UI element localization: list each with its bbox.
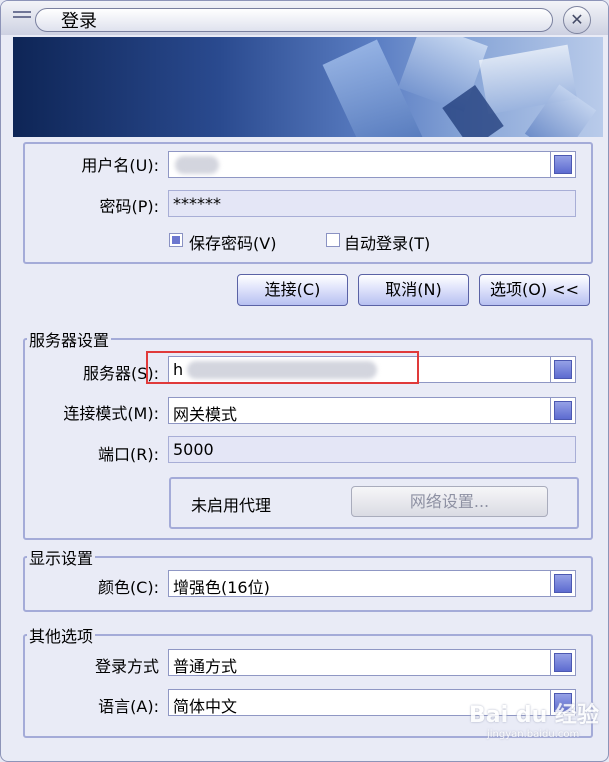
title-bar[interactable]: 登录 ✕ — [1, 1, 608, 35]
password-value: ****** — [173, 194, 221, 213]
watermark-logo: Bai du 经验 — [469, 703, 599, 728]
watermark-url: jingyan.baidu.com — [487, 729, 580, 740]
username-combobox[interactable] — [168, 151, 576, 178]
options-button[interactable]: 选项(O) << — [479, 274, 590, 306]
connection-mode-select[interactable]: 网关模式 — [168, 397, 576, 424]
username-dropdown-button[interactable] — [550, 152, 575, 177]
color-value: 增强色(16位) — [173, 578, 270, 597]
chevron-down-icon — [554, 360, 572, 379]
port-value: 5000 — [173, 440, 214, 459]
color-label: 颜色(C): — [97, 578, 159, 597]
login-method-select[interactable]: 普通方式 — [168, 649, 576, 676]
chevron-down-icon — [554, 401, 572, 420]
title-pill — [35, 8, 553, 32]
server-highlight-box — [146, 351, 419, 384]
connection-mode-label: 连接模式(M): — [63, 404, 159, 423]
save-password-label[interactable]: 保存密码(V) — [189, 230, 276, 254]
save-password-checkbox[interactable] — [169, 233, 183, 247]
login-dialog: 登录 ✕ 用户名(U): 密码(P): ****** 保存密码(V) 自动登录(… — [0, 0, 609, 762]
network-settings-button[interactable]: 网络设置... — [351, 486, 548, 517]
server-settings-legend: 服务器设置 — [27, 327, 112, 351]
login-method-dropdown-button[interactable] — [550, 650, 575, 675]
language-value: 简体中文 — [173, 697, 238, 716]
chevron-down-icon — [554, 155, 572, 174]
proxy-status-text: 未启用代理 — [191, 496, 272, 515]
auto-login-checkbox[interactable] — [326, 233, 340, 247]
color-select[interactable]: 增强色(16位) — [168, 570, 576, 597]
display-settings-legend: 显示设置 — [27, 545, 96, 569]
login-method-value: 普通方式 — [173, 657, 238, 676]
window-title: 登录 — [61, 11, 97, 32]
connection-mode-dropdown-button[interactable] — [550, 398, 575, 423]
connect-button[interactable]: 连接(C) — [237, 274, 348, 306]
username-label: 用户名(U): — [81, 156, 159, 175]
server-label: 服务器(S): — [82, 364, 159, 383]
chevron-down-icon — [554, 653, 572, 672]
connection-mode-value: 网关模式 — [173, 405, 238, 424]
auto-login-label[interactable]: 自动登录(T) — [344, 230, 430, 254]
header-banner — [13, 37, 603, 137]
language-label: 语言(A): — [98, 697, 159, 716]
password-field[interactable]: ****** — [168, 190, 576, 217]
port-label: 端口(R): — [98, 445, 159, 464]
window-menu-icon[interactable] — [13, 11, 31, 25]
server-dropdown-button[interactable] — [550, 357, 575, 382]
password-label: 密码(P): — [99, 197, 159, 216]
other-options-legend: 其他选项 — [27, 623, 96, 647]
port-field[interactable]: 5000 — [168, 436, 576, 463]
redacted-username — [175, 156, 219, 174]
cancel-button[interactable]: 取消(N) — [358, 274, 469, 306]
chevron-down-icon — [554, 574, 572, 593]
close-button[interactable]: ✕ — [563, 6, 591, 34]
color-dropdown-button[interactable] — [550, 571, 575, 596]
login-method-label: 登录方式 — [94, 657, 159, 676]
